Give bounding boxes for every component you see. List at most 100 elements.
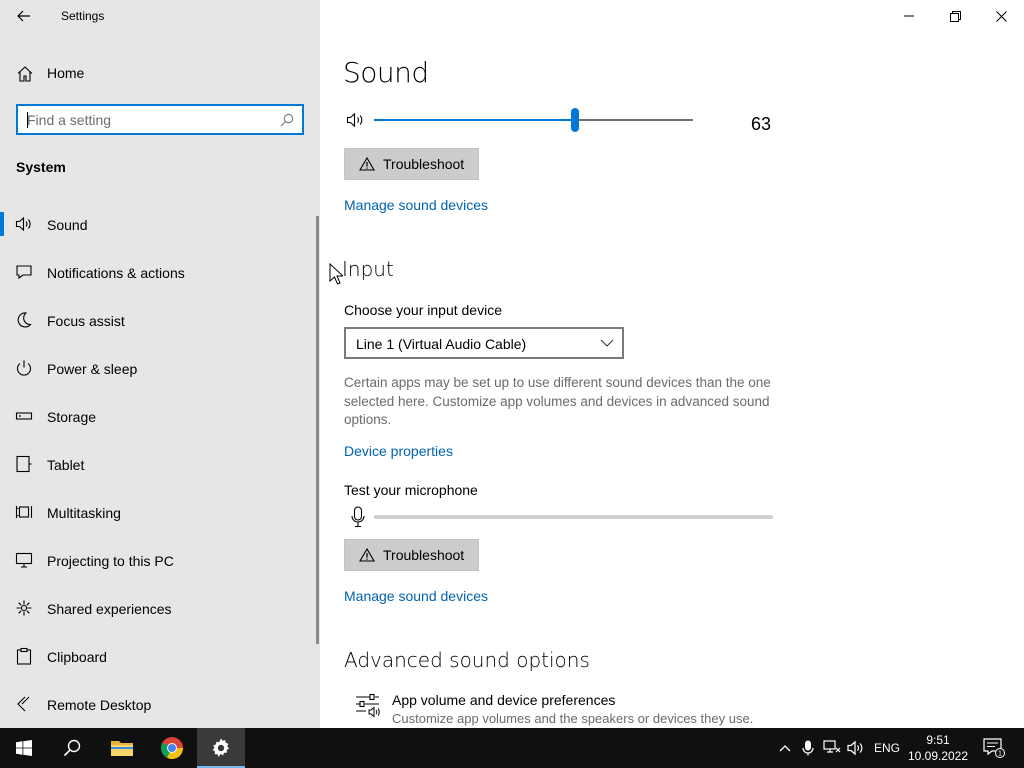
volume-slider[interactable] [374, 108, 693, 132]
minimize-icon [904, 15, 914, 17]
speaker-icon [15, 216, 31, 232]
folder-icon [111, 741, 133, 756]
test-microphone-label: Test your microphone [344, 482, 478, 498]
sidebar-item-sound[interactable]: Sound [0, 200, 316, 248]
notification-count: 1 [998, 751, 1002, 758]
app-volume-icon [356, 693, 380, 718]
app-title: Settings [61, 9, 105, 23]
sidebar-item-tablet[interactable]: Tablet [0, 440, 316, 488]
input-heading: Input [342, 257, 394, 281]
clock-date: 10.09.2022 [907, 749, 969, 763]
microphone-icon [351, 506, 365, 528]
page-title: Sound [343, 56, 429, 89]
restore-button[interactable] [932, 0, 978, 32]
projecting-icon [15, 552, 33, 568]
chevron-down-icon [600, 339, 614, 347]
output-manage-sound-devices-link[interactable]: Manage sound devices [344, 197, 488, 213]
sidebar-item-label: Sound [47, 217, 88, 233]
sidebar-item-label: Shared experiences [47, 601, 172, 617]
network-icon [823, 740, 841, 753]
close-icon [995, 10, 1007, 22]
sidebar-item-power-sleep[interactable]: Power & sleep [0, 344, 316, 392]
chevron-up-icon [779, 745, 791, 752]
search-input[interactable] [18, 106, 268, 133]
input-device-dropdown[interactable]: Line 1 (Virtual Audio Cable) [344, 327, 624, 359]
tray-network[interactable] [820, 728, 844, 768]
volume-slider-fill [374, 119, 575, 121]
tray-volume[interactable] [845, 728, 867, 768]
sidebar-item-remote-desktop[interactable]: Remote Desktop [0, 680, 316, 728]
search-icon [63, 739, 81, 757]
input-manage-sound-devices-link[interactable]: Manage sound devices [344, 588, 488, 604]
taskbar-search-button[interactable] [48, 728, 96, 768]
sidebar-item-label: Multitasking [47, 505, 121, 521]
section-label-system: System [16, 159, 66, 175]
sidebar-scrollbar[interactable] [316, 216, 319, 644]
clipboard-icon [16, 647, 32, 665]
file-explorer-button[interactable] [98, 728, 146, 768]
language-indicator[interactable]: ENG [874, 741, 900, 755]
sidebar-item-focus-assist[interactable]: Focus assist [0, 296, 316, 344]
search-icon[interactable] [280, 113, 294, 127]
app-volume-preferences-description: Customize app volumes and the speakers o… [392, 711, 754, 726]
tray-microphone[interactable] [798, 728, 818, 768]
sidebar-item-label: Clipboard [47, 649, 107, 665]
button-label: Troubleshoot [383, 156, 465, 172]
back-button[interactable] [8, 4, 40, 28]
minimize-button[interactable] [886, 0, 932, 32]
restore-icon [949, 10, 961, 22]
volume-icon[interactable] [346, 111, 366, 129]
app-volume-preferences-link[interactable]: App volume and device preferences [392, 692, 615, 708]
input-description: Certain apps may be set up to use differ… [344, 375, 771, 427]
taskbar: ENG 9:51 10.09.2022 1 [0, 728, 1024, 768]
chrome-button[interactable] [148, 728, 196, 768]
advanced-sound-options-heading: Advanced sound options [344, 648, 590, 672]
remote-desktop-icon [17, 696, 30, 712]
sidebar-item-label: Notifications & actions [47, 265, 185, 281]
sidebar-item-label: Home [47, 65, 85, 81]
sidebar-item-clipboard[interactable]: Clipboard [0, 632, 316, 680]
sidebar: Settings Home System Sound Notifications… [0, 0, 320, 728]
start-button[interactable] [0, 728, 48, 768]
sidebar-nav: Sound Notifications & actions Focus assi… [0, 200, 316, 728]
shared-experiences-icon [16, 600, 32, 616]
volume-value: 63 [751, 114, 772, 134]
action-center-button[interactable]: 1 [980, 728, 1008, 768]
device-properties-link[interactable]: Device properties [344, 443, 453, 459]
sidebar-item-shared-experiences[interactable]: Shared experiences [0, 584, 316, 632]
text-caret [27, 112, 28, 128]
home-icon [17, 66, 33, 82]
sidebar-item-notifications[interactable]: Notifications & actions [0, 248, 316, 296]
sidebar-item-storage[interactable]: Storage [0, 392, 316, 440]
storage-icon [15, 412, 33, 420]
settings-taskbar-button[interactable] [197, 728, 245, 768]
close-button[interactable] [978, 0, 1024, 32]
multitasking-icon [15, 506, 33, 518]
show-hidden-icons-button[interactable] [774, 728, 796, 768]
sidebar-item-multitasking[interactable]: Multitasking [0, 488, 316, 536]
back-arrow-icon [17, 10, 30, 22]
sidebar-item-label: Projecting to this PC [47, 553, 174, 569]
sidebar-item-label: Focus assist [47, 313, 125, 329]
action-center-icon: 1 [983, 738, 1005, 758]
output-troubleshoot-button[interactable]: Troubleshoot [344, 148, 480, 180]
speaker-icon [847, 740, 863, 756]
button-label: Troubleshoot [383, 547, 465, 563]
input-troubleshoot-button[interactable]: Troubleshoot [344, 539, 480, 571]
sidebar-item-label: Tablet [47, 457, 85, 473]
warning-icon [359, 157, 375, 171]
microphone-level-meter [374, 515, 773, 519]
sidebar-item-home[interactable]: Home [0, 56, 320, 90]
volume-slider-thumb[interactable] [570, 108, 579, 132]
power-icon [16, 360, 32, 376]
sidebar-item-label: Storage [47, 409, 97, 425]
search-box[interactable] [16, 104, 304, 135]
notification-icon [16, 265, 32, 280]
sidebar-item-label: Power & sleep [47, 361, 138, 377]
sidebar-item-projecting[interactable]: Projecting to this PC [0, 536, 316, 584]
gear-icon [212, 738, 230, 757]
clock[interactable]: 9:51 10.09.2022 [904, 732, 972, 764]
mouse-cursor-icon [329, 263, 343, 285]
input-device-selected: Line 1 (Virtual Audio Cable) [356, 336, 527, 352]
sidebar-item-label: Remote Desktop [47, 697, 152, 713]
